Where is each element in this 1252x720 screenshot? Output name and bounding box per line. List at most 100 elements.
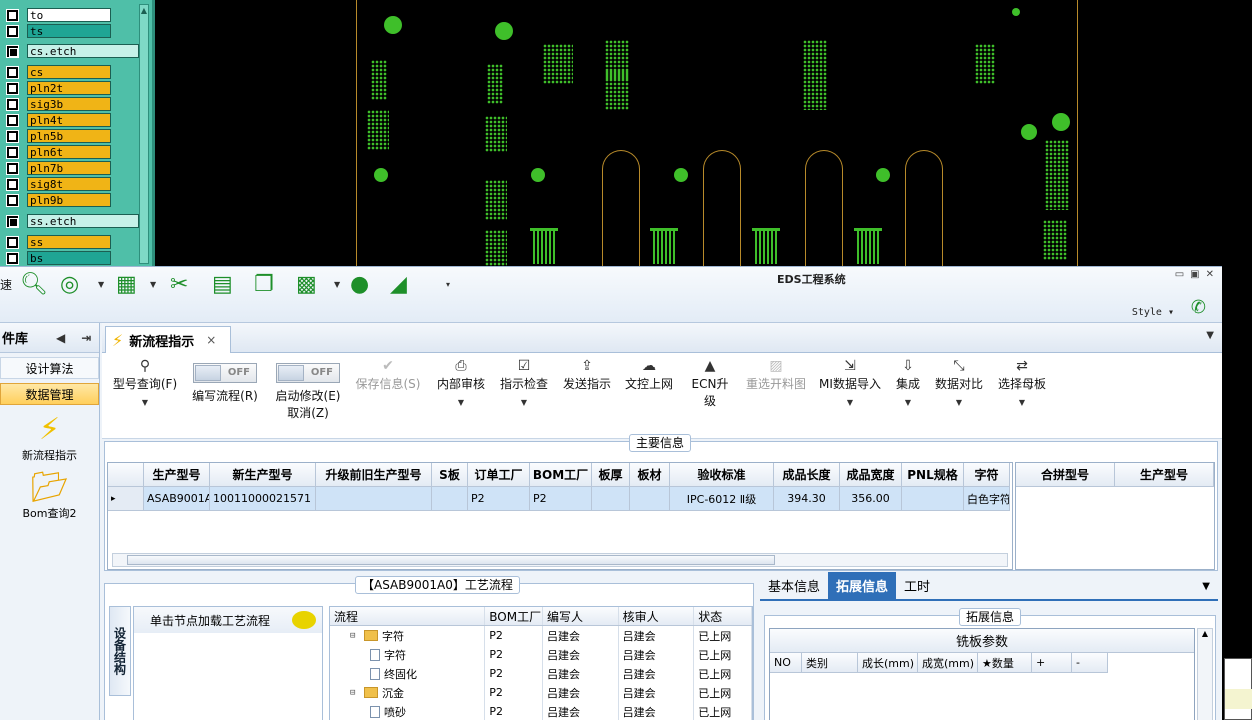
table-cell[interactable] [432, 487, 468, 511]
column-header[interactable]: 字符 [964, 463, 1010, 487]
layer-visibility-checkbox[interactable] [6, 81, 19, 95]
layer-visibility-checkbox[interactable] [6, 97, 19, 111]
tab-close-icon[interactable]: × [206, 333, 216, 347]
column-header[interactable]: 生产型号 [1115, 463, 1214, 487]
integrate-button[interactable]: ⇩ 集成 ▼ [892, 357, 924, 407]
film-icon[interactable]: ▤ [212, 272, 233, 298]
milling-params-table[interactable]: 铣板参数 NO 类别 成长(mm) 成宽(mm) ★数量 + - [769, 628, 1195, 720]
reselect-cutting-button[interactable]: ▨ 重选开料图 [744, 357, 808, 392]
cancel-button[interactable]: 取消(Z) [268, 404, 348, 421]
search-icon[interactable]: 🔍︎ [20, 272, 48, 298]
tree-row[interactable]: ⊟ 沉金 P2 吕建会 吕建会 已上网 [330, 683, 752, 702]
column-header[interactable]: 流程 [330, 607, 486, 625]
customize-icon[interactable]: ▾ [446, 280, 450, 289]
layer-row[interactable]: pln2t [6, 81, 111, 95]
lifebuoy-icon[interactable]: ◎ [60, 272, 79, 298]
table-cell[interactable]: 10011000021571 [210, 487, 316, 511]
mi-import-button[interactable]: ⇲ MI数据导入 ▼ [818, 357, 882, 407]
column-header[interactable]: - [1072, 653, 1108, 673]
column-header[interactable]: S板 [432, 463, 468, 487]
tree-node[interactable]: 终固化 [330, 664, 486, 683]
table-cell[interactable] [630, 487, 670, 511]
table-row[interactable]: ▸ASAB9001A010011000021571 P2P2 IPC-6012 Ⅱ级… [108, 487, 1012, 511]
process-tree-grid[interactable]: 流程 BOM工厂 编写人 核审人 状态 ⊟ 字符 P2 吕建会 吕建会 已上网 字符 P2 吕建会 吕建会… [329, 606, 753, 720]
close-icon[interactable]: ✕ [1206, 269, 1214, 280]
column-header[interactable]: 验收标准 [670, 463, 774, 487]
column-header[interactable]: BOM工厂 [485, 607, 543, 625]
tree-node[interactable]: ⊟ 沉金 [330, 683, 486, 702]
table-cell[interactable]: IPC-6012 Ⅱ级 [670, 487, 774, 511]
ecn-upgrade-button[interactable]: ▲ ECN升级 [686, 357, 734, 409]
tab-equipment-structure[interactable]: 设备结构 [109, 606, 131, 696]
layer-visibility-checkbox[interactable] [6, 44, 19, 58]
column-header[interactable]: 类别 [802, 653, 858, 673]
send-instruction-button[interactable]: ⇪ 发送指示 [562, 357, 612, 392]
table-cell[interactable]: 394.30 [774, 487, 840, 511]
edit-flow-toggle[interactable]: OFF 编写流程(R) [186, 357, 264, 404]
table-cell[interactable]: P2 [468, 487, 530, 511]
layer-row[interactable]: pln5b [6, 129, 111, 143]
layer-row[interactable]: cs.etch [6, 44, 139, 58]
chevron-down-icon[interactable]: ▼ [150, 280, 156, 289]
pin-icon[interactable]: ⇥ [81, 331, 91, 345]
scroll-up-icon[interactable]: ▲ [1202, 629, 1208, 638]
layer-visibility-checkbox[interactable] [6, 235, 19, 249]
collapse-icon[interactable]: ⊟ [350, 631, 360, 641]
table-icon[interactable]: ▦ [116, 272, 137, 298]
layer-row[interactable]: ts [6, 24, 111, 38]
layer-visibility-checkbox[interactable] [6, 161, 19, 175]
nav-new-flow[interactable]: ⚡ 新流程指示 [0, 413, 99, 463]
milling-params-scrollbar[interactable]: ▲ [1197, 628, 1213, 720]
start-modify-switch[interactable]: OFF [276, 363, 340, 383]
tree-row[interactable]: 喷砂 P2 吕建会 吕建会 已上网 [330, 702, 752, 720]
merge-model-grid[interactable]: 合拼型号 生产型号 [1015, 462, 1215, 570]
layer-visibility-checkbox[interactable] [6, 251, 19, 265]
chevron-down-icon[interactable]: ▼ [334, 280, 340, 289]
layer-row[interactable]: pln6t [6, 145, 111, 159]
maximize-icon[interactable]: ▣ [1190, 269, 1199, 280]
column-header[interactable]: 核审人 [619, 607, 695, 625]
tab-list-dropdown-icon[interactable]: ▼ [1206, 330, 1214, 341]
data-compare-button[interactable]: ⤡ 数据对比 ▼ [934, 357, 984, 407]
column-header[interactable]: 成宽(mm) [918, 653, 978, 673]
column-header[interactable]: 成品长度 [774, 463, 840, 487]
save-info-button[interactable]: ✔ 保存信息(S) [352, 357, 424, 392]
column-header[interactable]: 编写人 [543, 607, 619, 625]
column-header[interactable]: 状态 [694, 607, 752, 625]
tree-node[interactable]: ⊟ 字符 [330, 626, 486, 645]
layer-visibility-checkbox[interactable] [6, 193, 19, 207]
style-menu[interactable]: Style ▾ [1132, 307, 1174, 318]
column-header[interactable]: 板厚 [592, 463, 630, 487]
tree-row[interactable]: 字符 P2 吕建会 吕建会 已上网 [330, 645, 752, 664]
layer-row[interactable]: cs [6, 65, 111, 79]
table-cell[interactable]: ASAB9001A0 [144, 487, 210, 511]
upload-web-button[interactable]: ☁ 文控上网 [624, 357, 674, 392]
grid-horizontal-scrollbar[interactable] [112, 553, 1008, 567]
layer-visibility-checkbox[interactable] [6, 24, 19, 38]
chevron-down-icon[interactable]: ▼ [98, 280, 104, 289]
scroll-up-icon[interactable]: ▲ [140, 5, 148, 17]
pcb-board-view[interactable] [356, 0, 1078, 268]
layer-row[interactable]: pln4t [6, 113, 111, 127]
layer-row[interactable]: pln7b [6, 161, 111, 175]
column-header[interactable]: 升级前旧生产型号 [316, 463, 432, 487]
table-cell[interactable]: 白色字符 [964, 487, 1010, 511]
main-info-grid[interactable]: 生产型号 新生产型号 升级前旧生产型号 S板 订单工厂 BOM工厂 板厚 板材 验收标准 成品长度… [107, 462, 1013, 570]
select-mother-board-button[interactable]: ⇄ 选择母板 ▼ [996, 357, 1048, 407]
column-header[interactable]: + [1032, 653, 1072, 673]
column-header[interactable]: 板材 [630, 463, 670, 487]
table-cell[interactable]: 356.00 [840, 487, 902, 511]
nav-item-design-algorithm[interactable]: 设计算法 [0, 357, 99, 379]
layer-row[interactable]: sig8t [6, 177, 111, 191]
column-header[interactable]: PNL规格 [902, 463, 964, 487]
start-modify-toggle[interactable]: OFF 启动修改(E) 取消(Z) [268, 357, 348, 421]
nav-bom-query[interactable]: 📂︎ Bom查询2 [0, 471, 99, 521]
column-header[interactable]: ★数量 [978, 653, 1032, 673]
info-tab[interactable]: 工时 [896, 572, 938, 599]
column-header[interactable]: 生产型号 [144, 463, 210, 487]
layer-visibility-checkbox[interactable] [6, 177, 19, 191]
column-header[interactable]: BOM工厂 [530, 463, 592, 487]
table-cell[interactable] [316, 487, 432, 511]
scissors-icon[interactable]: ✂ [170, 272, 188, 298]
apps-grid-icon[interactable]: ▩ [296, 272, 317, 298]
